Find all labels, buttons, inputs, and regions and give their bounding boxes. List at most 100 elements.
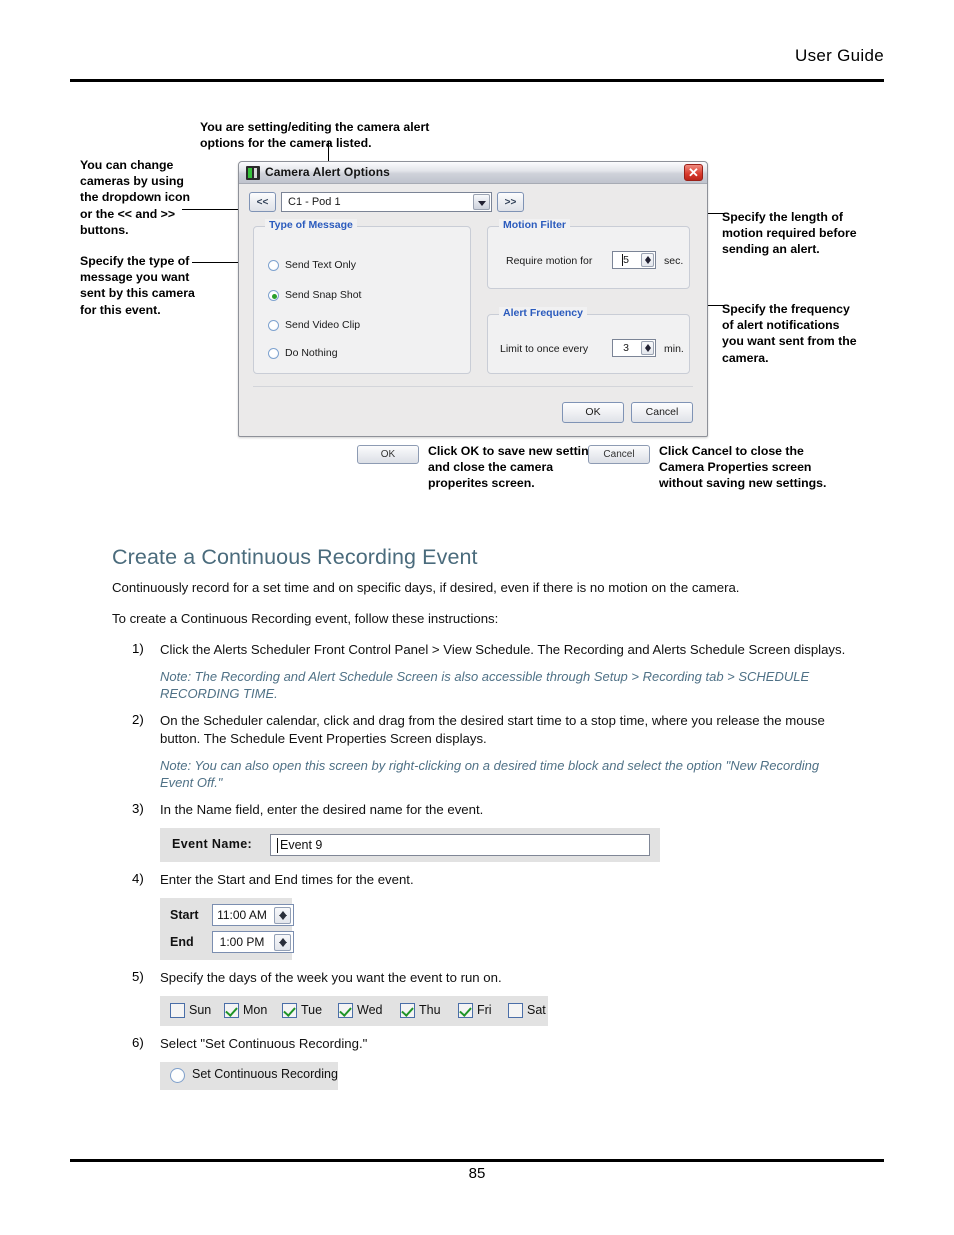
- header-rule: [70, 79, 884, 82]
- step-5: 5) Specify the days of the week you want…: [112, 969, 852, 1026]
- checkbox-icon: [170, 1002, 185, 1018]
- end-time-field[interactable]: 1:00 PM: [212, 930, 294, 953]
- event-name-widget: Event Name: Event 9: [160, 827, 660, 862]
- end-time-label: End: [170, 934, 194, 949]
- callout-left-top: You can change cameras by using the drop…: [80, 158, 190, 237]
- day-label: Mon: [243, 1002, 268, 1017]
- motion-filter-suffix: sec.: [664, 255, 684, 267]
- spinner-arrows-icon[interactable]: [274, 933, 291, 951]
- day-label: Fri: [477, 1002, 492, 1017]
- spinner-arrows-icon[interactable]: [274, 906, 291, 924]
- alert-frequency-legend: Alert Frequency: [499, 307, 587, 319]
- callout-right-top: Specify the length of motion required be…: [722, 210, 857, 257]
- alert-frequency-suffix: min.: [664, 343, 684, 355]
- dialog-body: << C1 - Pod 1 >> Type of Message Send Te…: [239, 184, 707, 436]
- caption-ok-button[interactable]: OK: [357, 445, 419, 464]
- next-camera-button[interactable]: >>: [497, 192, 524, 212]
- event-name-label: Event Name:: [172, 836, 253, 851]
- radio-label: Send Text Only: [285, 259, 357, 271]
- checkbox-checked-icon: [224, 1002, 239, 1018]
- page-footer: 85: [70, 1159, 884, 1193]
- page-title: Create a Continuous Recording Event: [112, 545, 478, 569]
- end-time-value: 1:00 PM: [219, 934, 265, 949]
- annotated-figure: You are setting/editing the camera alert…: [70, 105, 884, 525]
- spinner-arrows-icon[interactable]: [641, 341, 654, 355]
- footer-rule: [70, 1159, 884, 1162]
- chevron-down-icon[interactable]: [473, 194, 490, 210]
- start-time-label: Start: [170, 907, 199, 922]
- day-label: Tue: [301, 1002, 323, 1017]
- page-header-title: User Guide: [795, 46, 884, 65]
- event-name-value: Event 9: [280, 837, 323, 852]
- step-2: 2) On the Scheduler calendar, click and …: [112, 712, 852, 792]
- callout-left-bottom: Specify the type of message you want sen…: [80, 254, 195, 317]
- days-of-week-widget: Sun Mon Tue Wed Thu Fri Sat: [160, 995, 548, 1026]
- checkbox-checked-icon: [282, 1002, 297, 1018]
- steps-list: 1) Click the Alerts Scheduler Front Cont…: [112, 641, 852, 1090]
- step-number: 5): [132, 968, 144, 984]
- checkbox-checked-icon: [458, 1002, 473, 1018]
- page-header: User Guide: [70, 46, 884, 82]
- motion-filter-spinner[interactable]: 5: [612, 251, 656, 269]
- step-number: 3): [132, 800, 144, 816]
- radio-icon: [170, 1067, 185, 1083]
- radio-label: Do Nothing: [285, 347, 338, 359]
- step-text: On the Scheduler calendar, click and dra…: [160, 712, 825, 746]
- step-text: Select "Set Continuous Recording.": [160, 1035, 368, 1051]
- radio-label: Send Snap Shot: [285, 289, 362, 301]
- alert-frequency-prefix: Limit to once every: [500, 343, 589, 355]
- checkbox-checked-icon: [400, 1002, 415, 1018]
- motion-filter-legend: Motion Filter: [499, 219, 570, 231]
- previous-camera-button[interactable]: <<: [249, 192, 276, 212]
- dialog-titlebar: Camera Alert Options ✕: [239, 162, 707, 184]
- close-icon[interactable]: ✕: [684, 164, 703, 181]
- step-3: 3) In the Name field, enter the desired …: [112, 801, 852, 862]
- step-number: 6): [132, 1034, 144, 1050]
- camera-selector-row: << C1 - Pod 1 >>: [249, 192, 697, 213]
- checkbox-checked-icon: [338, 1002, 353, 1018]
- start-time-field[interactable]: 11:00 AM: [212, 903, 294, 926]
- camera-app-icon: [246, 166, 260, 180]
- step-number: 2): [132, 711, 144, 727]
- main-content: Create a Continuous Recording Event Cont…: [112, 545, 852, 1099]
- step-4: 4) Enter the Start and End times for the…: [112, 871, 852, 960]
- motion-filter-prefix: Require motion for: [506, 255, 593, 267]
- step-number: 1): [132, 640, 144, 656]
- start-time-value: 11:00 AM: [217, 907, 267, 922]
- alert-frequency-spinner[interactable]: 3: [612, 339, 656, 357]
- motion-filter-value: 5: [623, 254, 629, 266]
- camera-alert-options-dialog: Camera Alert Options ✕ << C1 - Pod 1 >> …: [238, 161, 708, 437]
- event-name-input[interactable]: Event 9: [270, 833, 650, 856]
- type-of-message-group: Type of Message Send Text Only Send Snap…: [253, 219, 471, 374]
- radio-icon: [268, 260, 279, 271]
- step-text: In the Name field, enter the desired nam…: [160, 801, 484, 817]
- page-number: 85: [468, 1165, 486, 1182]
- day-label: Thu: [419, 1002, 441, 1017]
- alert-frequency-value: 3: [623, 342, 629, 354]
- step-1: 1) Click the Alerts Scheduler Front Cont…: [112, 641, 852, 703]
- camera-dropdown[interactable]: C1 - Pod 1: [281, 192, 492, 212]
- step-number: 4): [132, 870, 144, 886]
- day-label: Sun: [189, 1002, 212, 1017]
- step-note: Note: The Recording and Alert Schedule S…: [160, 668, 810, 702]
- step-6: 6) Select "Set Continuous Recording." Se…: [112, 1035, 852, 1090]
- dialog-ok-button[interactable]: OK: [562, 402, 624, 423]
- dialog-separator: [253, 386, 693, 387]
- type-of-message-legend: Type of Message: [265, 219, 357, 231]
- caption-cancel-button[interactable]: Cancel: [588, 445, 650, 464]
- dialog-cancel-button[interactable]: Cancel: [631, 402, 693, 423]
- dialog-title: Camera Alert Options: [265, 165, 390, 179]
- callout-top: You are setting/editing the camera alert…: [200, 120, 430, 151]
- callout-cancel: Click Cancel to close the Camera Propert…: [659, 444, 827, 491]
- intro-paragraph: Continuously record for a set time and o…: [112, 580, 740, 595]
- spinner-arrows-icon[interactable]: [641, 253, 654, 267]
- radio-icon: [268, 348, 279, 359]
- radio-icon-selected: [268, 290, 279, 301]
- step-text: Enter the Start and End times for the ev…: [160, 871, 414, 887]
- set-continuous-recording-widget[interactable]: Set Continuous Recording: [160, 1061, 338, 1090]
- camera-dropdown-value: C1 - Pod 1: [288, 196, 341, 208]
- lead-in-paragraph: To create a Continuous Recording event, …: [112, 610, 499, 626]
- day-label: Sat: [527, 1002, 546, 1017]
- alert-frequency-group: Alert Frequency Limit to once every 3 mi…: [487, 307, 690, 374]
- text-caret: [277, 837, 278, 853]
